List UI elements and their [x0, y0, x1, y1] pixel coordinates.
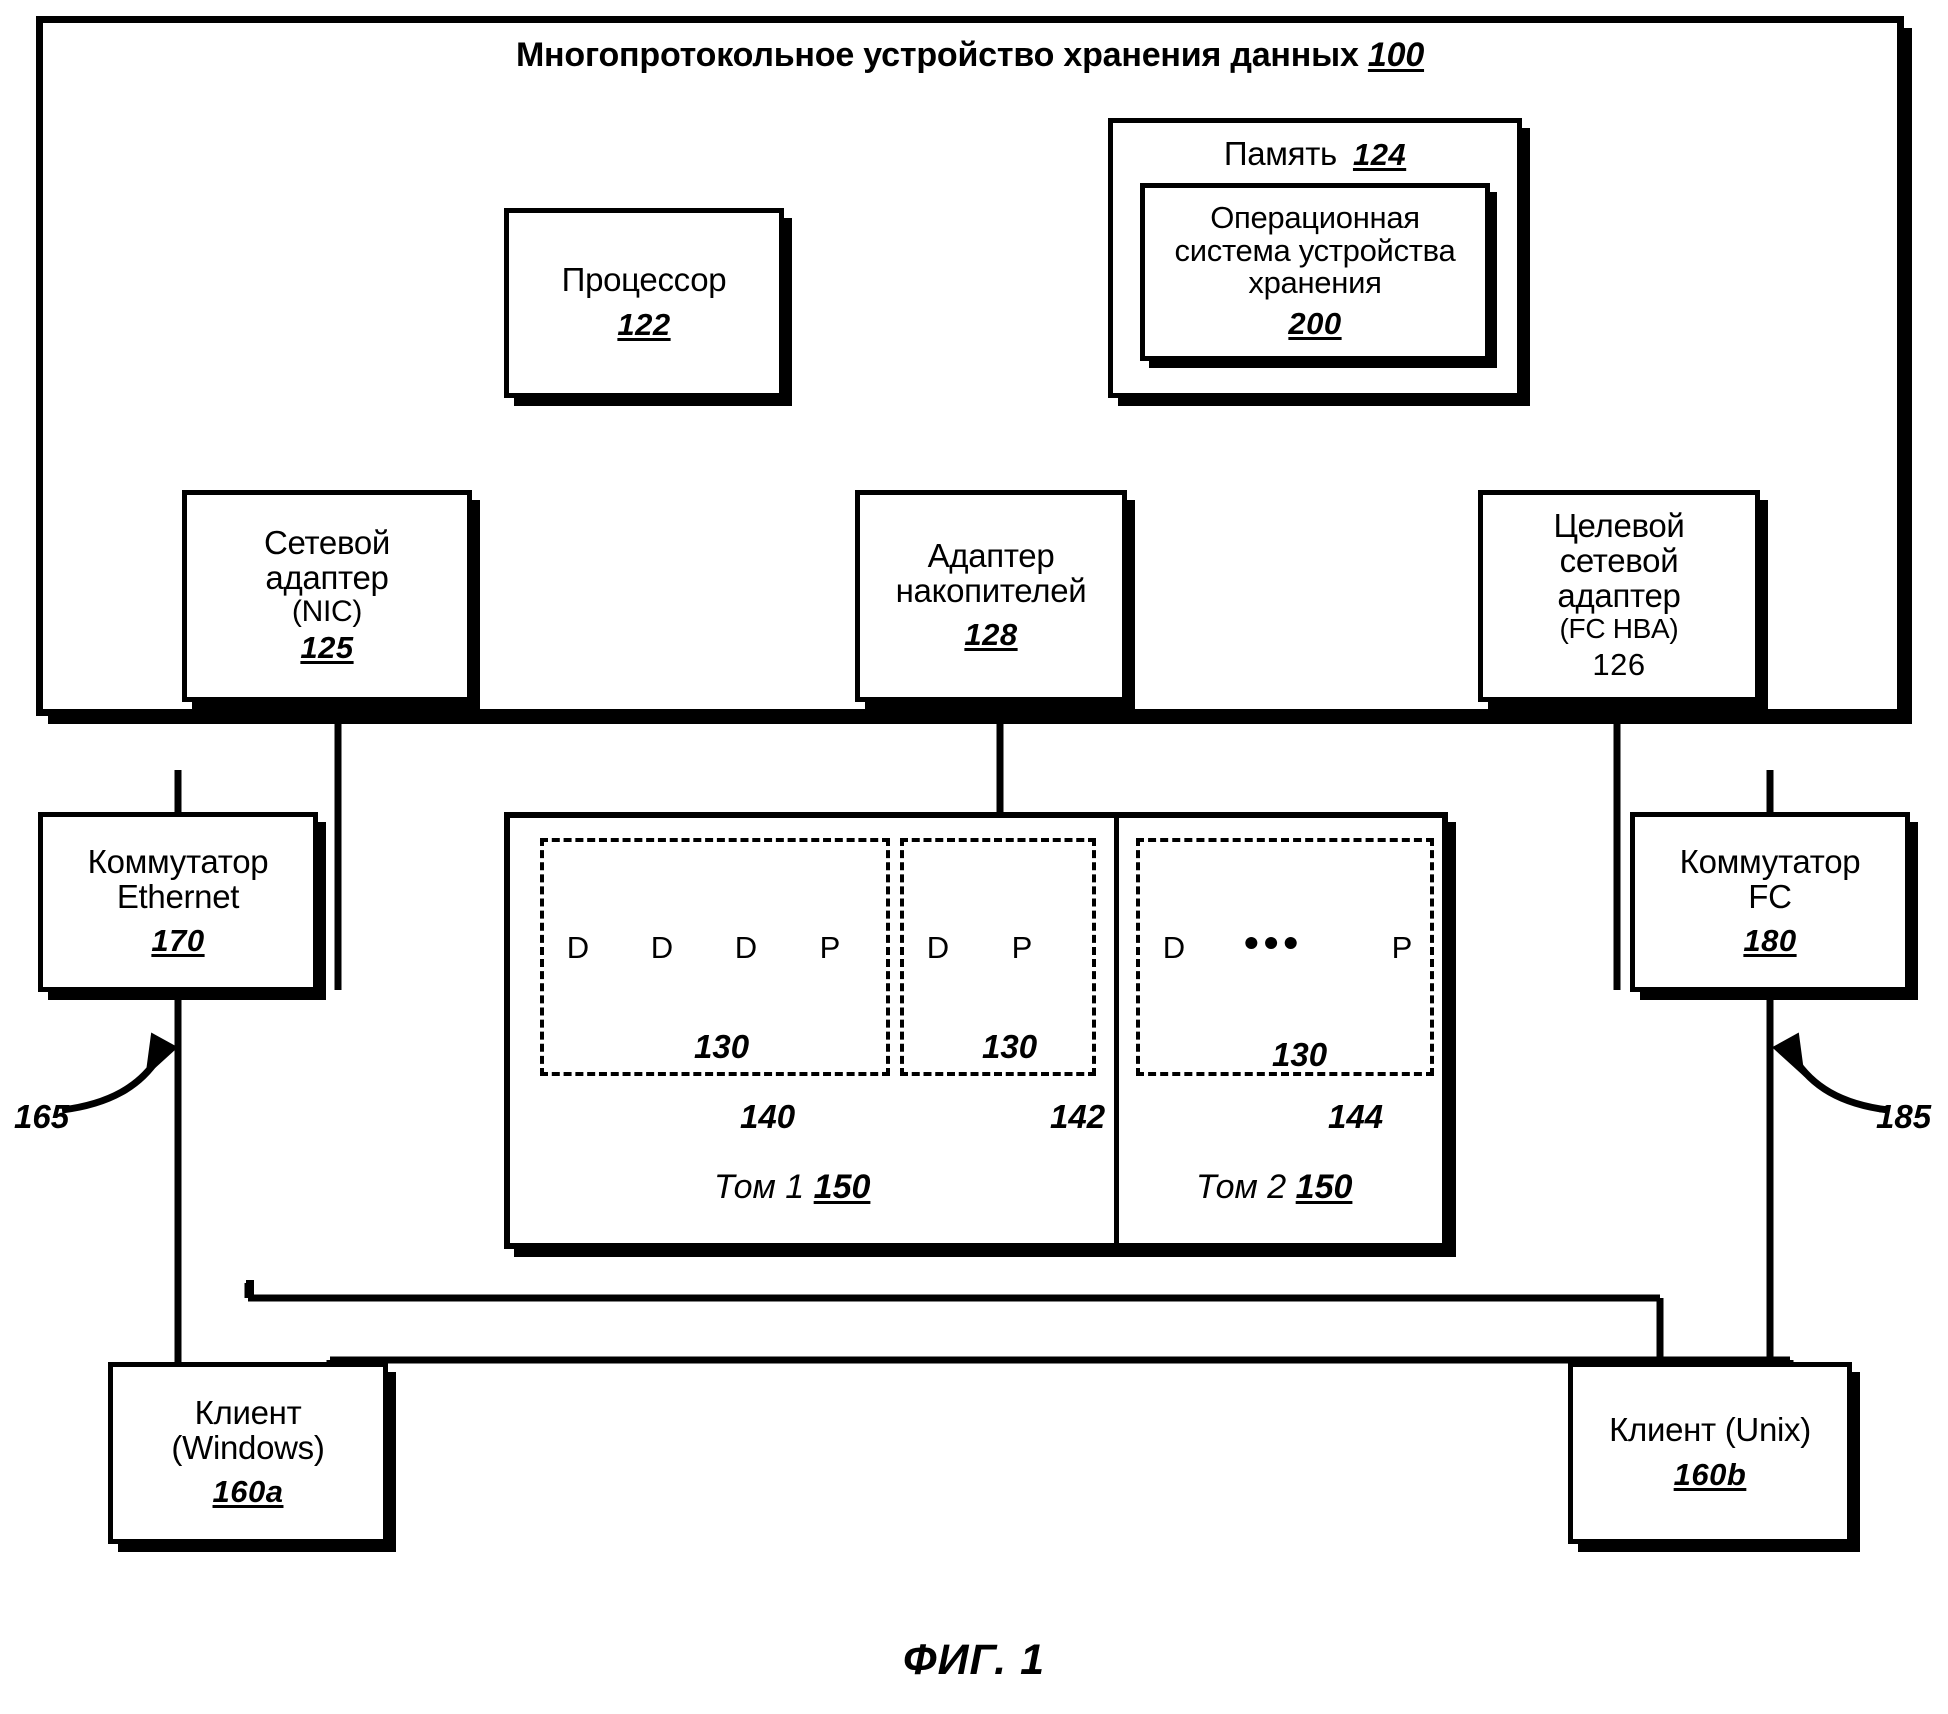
ref-165-ethernet-network: 165 [14, 1098, 70, 1135]
client-windows-ref: 160a [212, 1474, 284, 1510]
ref-144: 144 [1328, 1098, 1384, 1135]
storage-adapter-box: Адаптер накопителей 128 [855, 490, 1127, 702]
volume-2-text: Том 2 [1196, 1168, 1287, 1206]
volume-2-label: Том 2 150 [1196, 1168, 1352, 1207]
disk-letter-142-1: D [926, 930, 950, 965]
nic-ref: 125 [300, 629, 354, 665]
volume-divider [1114, 812, 1119, 1249]
fc-switch-box: Коммутатор FC 180 [1630, 812, 1910, 992]
fc-hba-ref: 126 [1592, 647, 1646, 683]
disk-letter-140-4: P [819, 930, 841, 965]
nic-sublabel: (NIC) [291, 595, 363, 629]
disk-letter-140-2: D [650, 930, 674, 965]
figure-caption: ФИГ. 1 [903, 1636, 1045, 1684]
client-unix-ref: 160b [1673, 1456, 1747, 1492]
disk-letter-140-1: D [566, 930, 590, 965]
ref-130-a: 130 [694, 1028, 750, 1065]
client-windows-label: Клиент (Windows) [171, 1393, 325, 1466]
client-windows-box: Клиент (Windows) 160a [108, 1362, 388, 1544]
storage-adapter-label: Адаптер накопителей [895, 536, 1087, 609]
figure-page: Многопротокольное устройство хранения да… [0, 0, 1948, 1714]
volume-2-ref: 150 [1295, 1168, 1353, 1206]
ref-140: 140 [740, 1098, 796, 1135]
memory-box: Память 124 Операционная система устройст… [1108, 118, 1522, 398]
fc-hba-sublabel: (FC HBA) [1559, 612, 1679, 644]
storage-appliance-title: Многопротокольное устройство хранения да… [36, 36, 1904, 75]
disk-letter-144-2: P [1391, 930, 1413, 965]
client-unix-label: Клиент (Unix) [1609, 1411, 1811, 1449]
ref-130-c: 130 [1272, 1036, 1328, 1073]
disk-letter-142-2: P [1011, 930, 1033, 965]
processor-box: Процессор 122 [504, 208, 784, 398]
disk-letter-140-3: D [734, 930, 758, 965]
storage-adapter-ref: 128 [964, 617, 1018, 653]
ref-142: 142 [1050, 1098, 1106, 1135]
storage-os-label: Операционная система устройства хранения [1174, 199, 1456, 301]
processor-label: Процессор [561, 261, 727, 299]
processor-ref: 122 [617, 306, 671, 342]
memory-header: Память 124 [1223, 135, 1407, 173]
volume-1-ref: 150 [813, 1168, 871, 1206]
memory-ref: 124 [1352, 137, 1407, 172]
ref-185-fc-network: 185 [1876, 1098, 1932, 1135]
ethernet-switch-ref: 170 [151, 923, 205, 959]
storage-appliance-ref: 100 [1367, 36, 1425, 74]
storage-os-ref: 200 [1288, 306, 1342, 342]
client-unix-box: Клиент (Unix) 160b [1568, 1362, 1852, 1544]
fc-hba-label: Целевой сетевой адаптер [1553, 506, 1685, 614]
volume-1-text: Том 1 [714, 1168, 805, 1206]
fc-switch-label: Коммутатор FC [1679, 842, 1861, 915]
ethernet-switch-label: Коммутатор Ethernet [87, 842, 269, 915]
disk-ellipsis-icon: ••• [1244, 919, 1304, 966]
fc-hba-box: Целевой сетевой адаптер (FC HBA) 126 [1478, 490, 1760, 702]
nic-box: Сетевой адаптер (NIC) 125 [182, 490, 472, 702]
storage-appliance-title-text: Многопротокольное устройство хранения да… [515, 36, 1359, 74]
disk-letter-144-1: D [1162, 930, 1186, 965]
memory-label: Память [1223, 135, 1337, 172]
ref-130-b: 130 [982, 1028, 1038, 1065]
storage-os-box: Операционная система устройства хранения… [1140, 183, 1490, 361]
fc-switch-ref: 180 [1743, 923, 1797, 959]
nic-label: Сетевой адаптер [263, 524, 391, 597]
volume-1-label: Том 1 150 [714, 1168, 870, 1207]
ethernet-switch-box: Коммутатор Ethernet 170 [38, 812, 318, 992]
